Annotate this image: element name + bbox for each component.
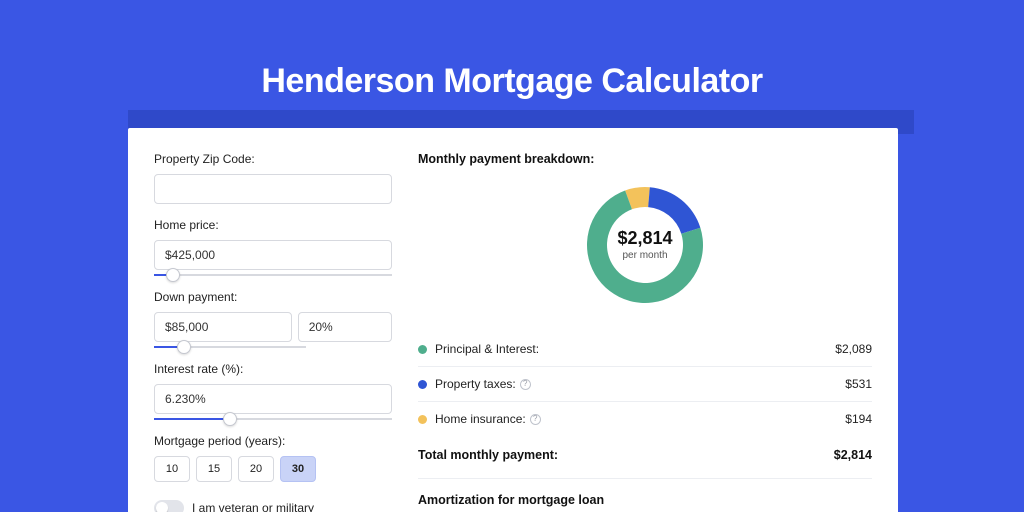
amortization-title: Amortization for mortgage loan [418, 493, 872, 507]
home-price-label: Home price: [154, 218, 392, 232]
legend-value: $2,089 [835, 342, 872, 356]
period-field-group: Mortgage period (years): 10152030 [154, 434, 392, 482]
slider-thumb[interactable] [223, 412, 237, 426]
legend-label: Property taxes:? [435, 377, 845, 391]
breakdown-column: Monthly payment breakdown: $2,814 per mo… [418, 152, 872, 512]
down-payment-percent-input[interactable] [298, 312, 392, 342]
interest-slider[interactable] [154, 418, 392, 420]
amortization-section: Amortization for mortgage loan Amortizat… [418, 478, 872, 512]
legend: Principal & Interest:$2,089Property taxe… [418, 332, 872, 436]
legend-dot-icon [418, 345, 427, 354]
interest-field-group: Interest rate (%): [154, 362, 392, 420]
legend-label: Principal & Interest: [435, 342, 835, 356]
zip-input[interactable] [154, 174, 392, 204]
home-price-input[interactable] [154, 240, 392, 270]
breakdown-title: Monthly payment breakdown: [418, 152, 872, 166]
slider-thumb[interactable] [166, 268, 180, 282]
home-price-field-group: Home price: [154, 218, 392, 276]
legend-value: $531 [845, 377, 872, 391]
home-price-slider[interactable] [154, 274, 392, 276]
total-label: Total monthly payment: [418, 448, 834, 462]
total-value: $2,814 [834, 448, 872, 462]
period-option-30[interactable]: 30 [280, 456, 316, 482]
interest-label: Interest rate (%): [154, 362, 392, 376]
calculator-panel: Property Zip Code: Home price: Down paym… [128, 128, 898, 512]
legend-value: $194 [845, 412, 872, 426]
veteran-toggle[interactable] [154, 500, 184, 512]
period-label: Mortgage period (years): [154, 434, 392, 448]
zip-field-group: Property Zip Code: [154, 152, 392, 204]
down-payment-slider[interactable] [154, 346, 306, 348]
veteran-toggle-row: I am veteran or military [154, 500, 392, 512]
legend-row: Principal & Interest:$2,089 [418, 332, 872, 367]
period-option-15[interactable]: 15 [196, 456, 232, 482]
slider-thumb[interactable] [177, 340, 191, 354]
donut-center-value: $2,814 [617, 228, 672, 248]
legend-dot-icon [418, 415, 427, 424]
form-column: Property Zip Code: Home price: Down paym… [154, 152, 392, 512]
legend-row: Property taxes:?$531 [418, 367, 872, 402]
interest-input[interactable] [154, 384, 392, 414]
veteran-label: I am veteran or military [192, 501, 314, 512]
period-option-20[interactable]: 20 [238, 456, 274, 482]
down-payment-label: Down payment: [154, 290, 392, 304]
donut-slice [648, 187, 700, 233]
period-option-10[interactable]: 10 [154, 456, 190, 482]
help-icon[interactable]: ? [530, 414, 541, 425]
toggle-knob [156, 502, 168, 512]
down-payment-amount-input[interactable] [154, 312, 292, 342]
legend-row: Home insurance:?$194 [418, 402, 872, 436]
donut-center-sub: per month [622, 250, 667, 261]
page-title: Henderson Mortgage Calculator [0, 62, 1024, 101]
down-payment-field-group: Down payment: [154, 290, 392, 348]
total-row: Total monthly payment: $2,814 [418, 436, 872, 478]
legend-label: Home insurance:? [435, 412, 845, 426]
donut-chart: $2,814 per month [418, 180, 872, 310]
help-icon[interactable]: ? [520, 379, 531, 390]
zip-label: Property Zip Code: [154, 152, 392, 166]
legend-dot-icon [418, 380, 427, 389]
